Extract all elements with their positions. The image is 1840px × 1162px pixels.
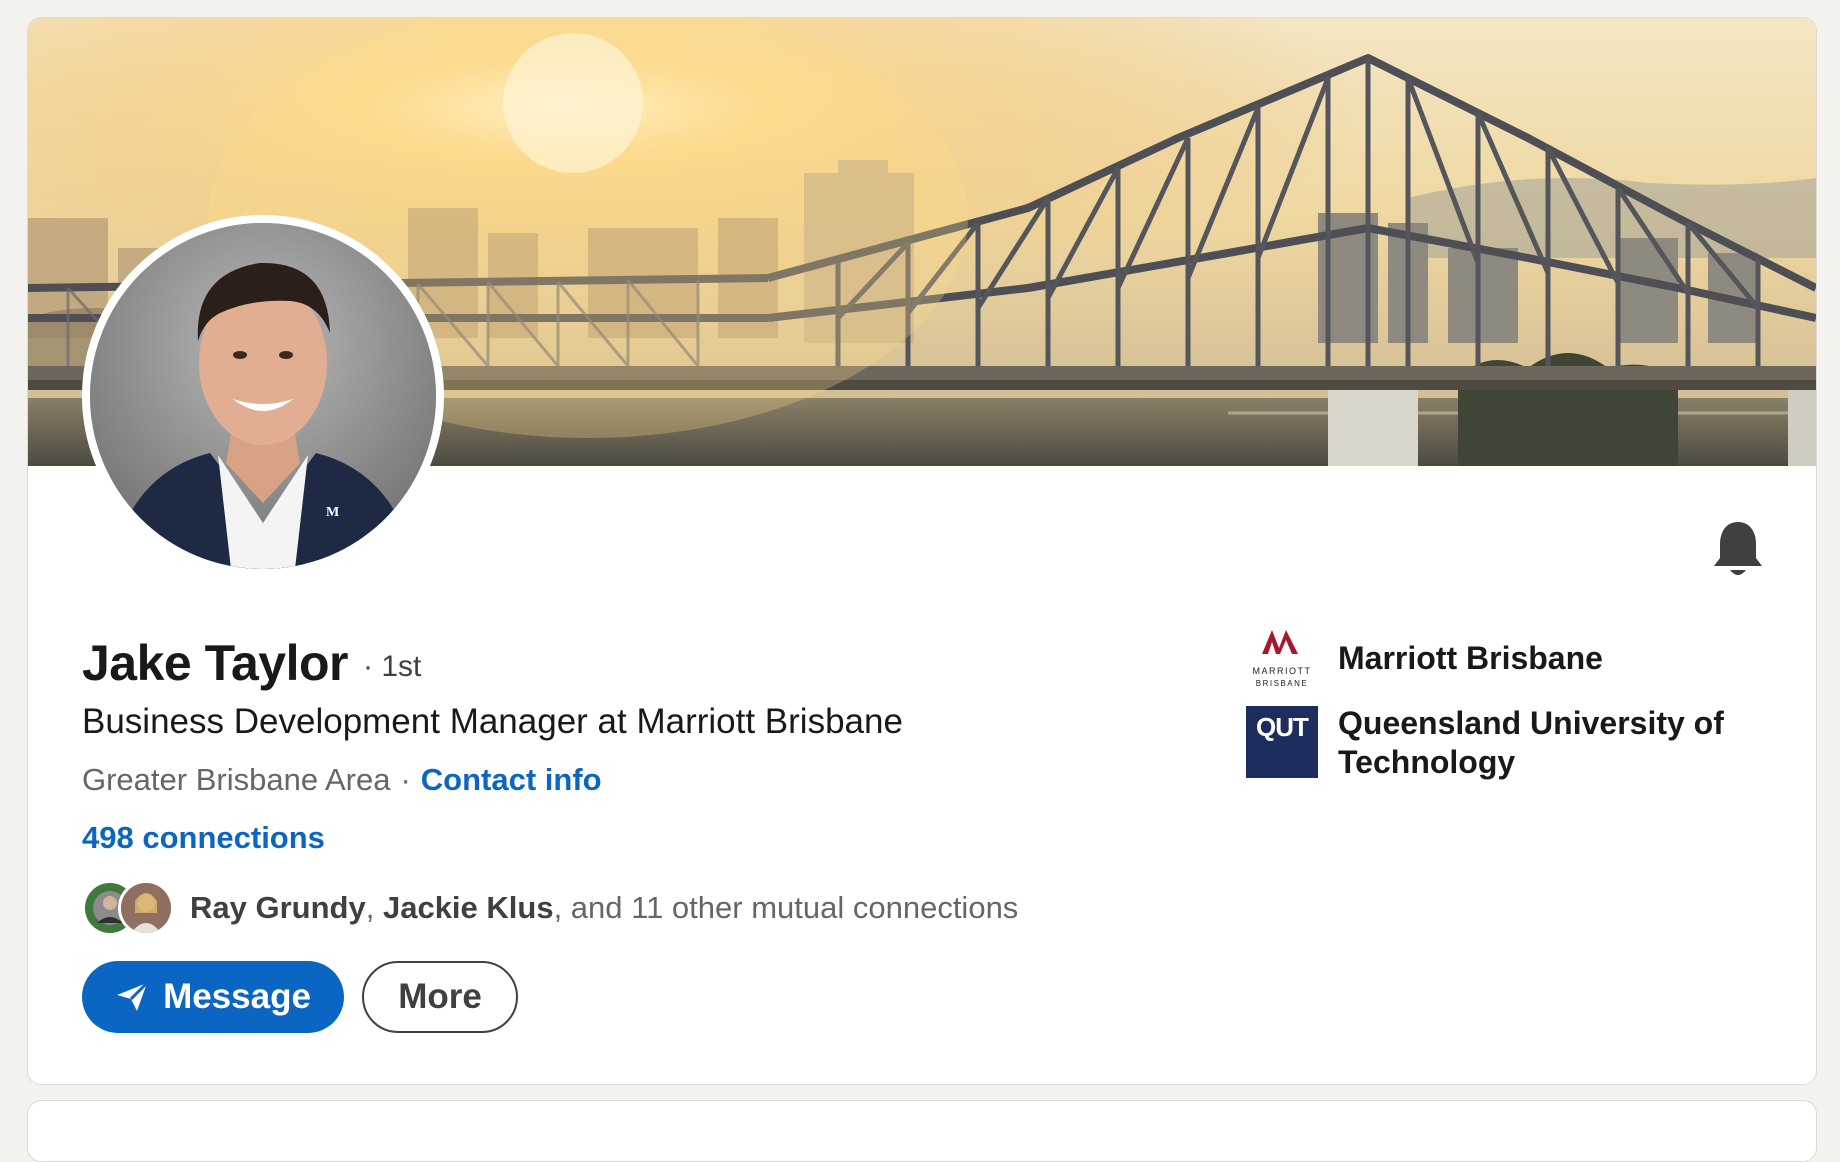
mutual-avatar xyxy=(118,880,174,936)
svg-text:BRISBANE: BRISBANE xyxy=(1256,679,1308,688)
connections-link[interactable]: 498 connections xyxy=(82,820,325,855)
paper-plane-icon xyxy=(117,981,149,1011)
message-label: Message xyxy=(163,977,311,1016)
location-separator: · xyxy=(400,762,411,797)
profile-name: Jake Taylor xyxy=(82,635,348,691)
org-name-marriott: Marriott Brisbane xyxy=(1338,640,1603,676)
org-name-qut: Queensland University of Technology xyxy=(1338,705,1724,780)
profile-card: M Jake Taylor · 1st Business Development… xyxy=(27,17,1817,1085)
contact-info-link[interactable]: Contact info xyxy=(421,762,602,797)
connections-row: 498 connections xyxy=(82,820,325,856)
profile-headline: Business Development Manager at Marriott… xyxy=(82,702,903,741)
next-section-card xyxy=(27,1100,1817,1162)
mutual-name-2[interactable]: Jackie Klus xyxy=(383,890,554,925)
qut-logo: QUT xyxy=(1246,706,1318,778)
mutual-connections-text: Ray Grundy, Jackie Klus, and 11 other mu… xyxy=(190,890,1018,926)
more-button[interactable]: More xyxy=(362,961,518,1033)
profile-location: Greater Brisbane Area xyxy=(82,762,391,797)
org-qut[interactable]: QUT Queensland University of Technology xyxy=(1246,705,1758,782)
svg-text:M: M xyxy=(326,505,339,520)
bell-icon[interactable] xyxy=(1710,518,1766,584)
mutual-separator: , xyxy=(365,890,375,925)
svg-text:MARRIOTT: MARRIOTT xyxy=(1253,666,1312,676)
marriott-logo: MARRIOTT BRISBANE xyxy=(1246,624,1318,696)
mutual-connections-row[interactable]: Ray Grundy, Jackie Klus, and 11 other mu… xyxy=(82,876,1018,940)
mutual-name-1[interactable]: Ray Grundy xyxy=(190,890,366,925)
svg-text:QUT: QUT xyxy=(1256,712,1309,742)
profile-photo[interactable]: M xyxy=(82,215,444,577)
org-marriott[interactable]: MARRIOTT BRISBANE Marriott Brisbane xyxy=(1246,624,1758,696)
message-button[interactable]: Message xyxy=(82,961,344,1033)
more-label: More xyxy=(398,977,482,1016)
mutual-rest: , and 11 other mutual connections xyxy=(553,890,1019,925)
connection-degree: · 1st xyxy=(363,650,422,683)
location-row: Greater Brisbane Area · Contact info xyxy=(82,762,602,798)
